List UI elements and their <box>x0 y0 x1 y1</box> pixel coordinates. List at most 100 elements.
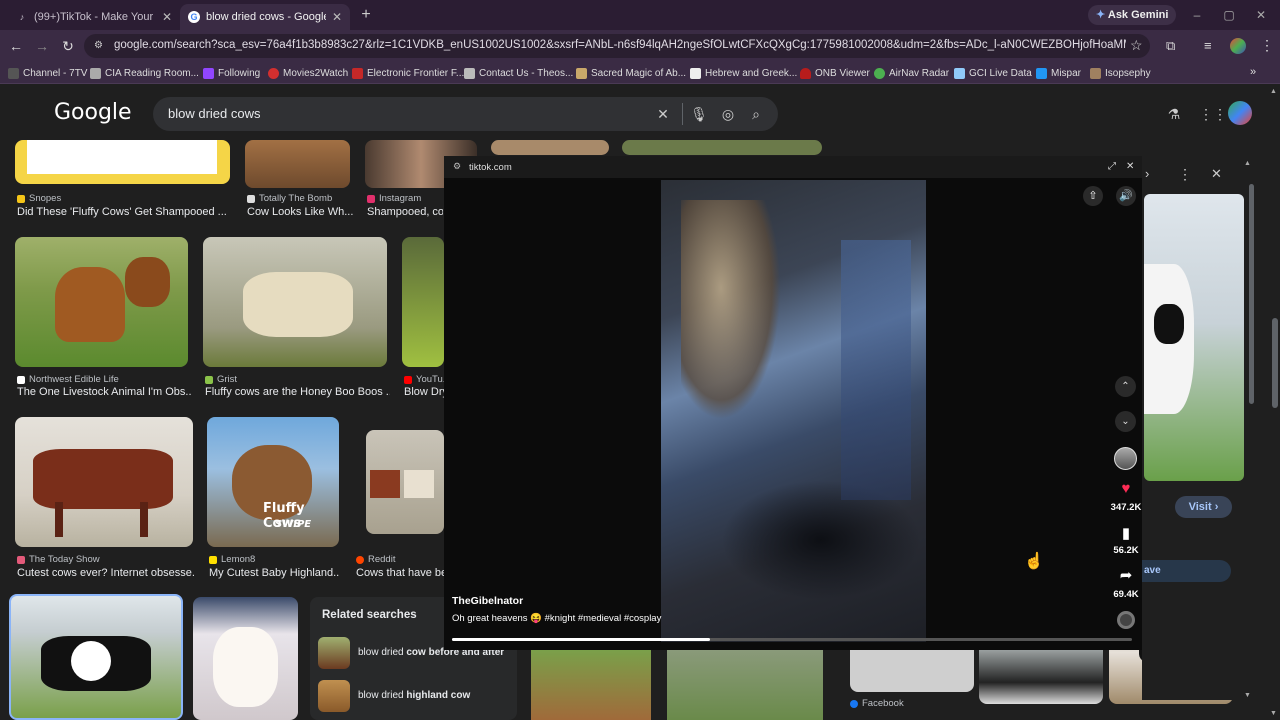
image-thumbnail[interactable] <box>850 650 974 692</box>
labs-icon[interactable]: ⚗ <box>1165 105 1183 123</box>
image-thumbnail[interactable] <box>193 597 298 720</box>
tab-tiktok[interactable]: ♪ (99+)TikTok - Make Your Day ✕ <box>8 4 180 30</box>
tab-title: blow dried cows - Google Search <box>206 11 326 23</box>
site-settings-icon[interactable]: ⚙ <box>453 161 461 172</box>
image-thumbnail[interactable] <box>15 417 193 547</box>
result-caption[interactable]: Did These 'Fluffy Cows' Get Shampooed ..… <box>17 206 230 218</box>
back-icon[interactable]: ← <box>8 38 24 54</box>
close-overlay-icon[interactable]: ✕ <box>1126 161 1134 172</box>
result-caption[interactable]: Cutest cows ever? Internet obsesse... <box>17 567 195 579</box>
bookmark-item[interactable]: Mispar <box>1036 66 1081 80</box>
apps-grid-icon[interactable]: ⋮⋮ <box>1199 105 1227 123</box>
scrollbar-thumb[interactable] <box>1272 318 1278 408</box>
profile-avatar[interactable] <box>1230 38 1246 54</box>
bookmark-icon[interactable]: ▮ <box>1114 524 1138 546</box>
next-video-icon[interactable]: ⌄ <box>1115 411 1136 432</box>
lens-search-icon[interactable]: ◎ <box>719 105 737 123</box>
minimize-button[interactable]: – <box>1188 6 1206 24</box>
account-avatar[interactable] <box>1228 101 1252 125</box>
result-caption[interactable]: Cow Looks Like Wh... <box>247 206 355 218</box>
result-caption[interactable]: Blow Dry... <box>404 386 444 398</box>
image-thumbnail[interactable] <box>203 237 387 367</box>
preview-image[interactable] <box>1144 194 1244 481</box>
related-search-item[interactable]: blow dried highland cow <box>358 690 470 701</box>
related-thumbnail[interactable] <box>318 637 350 669</box>
share-arrow-icon[interactable]: ➦ <box>1114 566 1138 588</box>
image-thumbnail[interactable] <box>622 140 822 155</box>
image-thumbnail[interactable] <box>667 650 823 720</box>
bookmark-item[interactable]: Contact Us - Theos... <box>464 66 573 80</box>
bookmark-item[interactable]: Sacred Magic of Ab... <box>576 66 686 80</box>
bookmark-label: Contact Us - Theos... <box>479 67 574 79</box>
save-label: ave <box>1144 565 1161 576</box>
image-thumbnail[interactable] <box>245 140 350 188</box>
result-caption[interactable]: Cows that have be... <box>356 567 444 579</box>
close-panel-icon[interactable]: ✕ <box>1211 166 1222 182</box>
image-thumbnail[interactable] <box>979 650 1103 704</box>
bookmark-item[interactable]: Isopsephy <box>1090 66 1151 80</box>
reload-icon[interactable]: ↻ <box>60 38 76 54</box>
panel-scroll-down-icon[interactable]: ▼ <box>1244 692 1251 699</box>
image-thumbnail[interactable] <box>366 430 444 534</box>
image-thumbnail[interactable] <box>531 650 651 720</box>
bookmark-item[interactable]: Hebrew and Greek... <box>690 66 797 80</box>
cast-icon[interactable]: ⧉ <box>1166 38 1175 54</box>
video-author[interactable]: TheGibelnator <box>452 595 523 607</box>
result-caption[interactable]: Shampooed, cor... <box>367 206 443 218</box>
reading-list-icon[interactable]: ≡ <box>1204 38 1212 53</box>
bookmark-item[interactable]: Following <box>203 66 260 80</box>
scroll-down-icon[interactable]: ▼ <box>1270 710 1277 717</box>
bookmark-star-icon[interactable]: ☆ <box>1130 37 1143 54</box>
bookmark-item[interactable]: ONB Viewer <box>800 66 870 80</box>
image-thumbnail[interactable]: Fluffy Cows SWIPE <box>207 417 339 547</box>
save-button[interactable]: ave <box>1142 560 1231 582</box>
previous-video-icon[interactable]: ⌃ <box>1115 376 1136 397</box>
close-tab-icon[interactable]: ✕ <box>162 10 172 24</box>
related-thumbnail[interactable] <box>318 680 350 712</box>
volume-icon[interactable]: 🔊 <box>1116 186 1136 206</box>
image-thumbnail-selected[interactable] <box>9 594 183 720</box>
panel-scroll-up-icon[interactable]: ▲ <box>1244 160 1251 167</box>
close-window-button[interactable]: ✕ <box>1252 6 1270 24</box>
result-caption[interactable]: My Cutest Baby Highland... <box>209 567 339 579</box>
new-tab-button[interactable]: + <box>356 5 376 25</box>
like-count: 347.2K <box>1110 502 1142 513</box>
open-in-tab-icon[interactable]: ⤢ <box>1108 161 1116 172</box>
forward-icon[interactable]: → <box>34 38 50 54</box>
clear-search-icon[interactable]: ✕ <box>654 105 672 123</box>
music-disc-icon[interactable] <box>1117 611 1135 629</box>
google-logo[interactable]: Google <box>54 100 132 125</box>
site-info-icon[interactable]: ⚙ <box>94 40 106 52</box>
author-avatar[interactable] <box>1114 447 1137 470</box>
bookmark-item[interactable]: GCI Live Data <box>954 66 1032 80</box>
bookmark-label: Sacred Magic of Ab... <box>591 67 687 79</box>
like-heart-icon[interactable]: ♥ <box>1114 480 1138 502</box>
maximize-button[interactable]: ▢ <box>1220 6 1238 24</box>
scroll-up-icon[interactable]: ▲ <box>1270 88 1277 95</box>
menu-icon[interactable]: ⋮ <box>1260 37 1274 54</box>
more-bookmarks-icon[interactable]: » <box>1250 66 1256 78</box>
close-tab-icon[interactable]: ✕ <box>332 10 342 24</box>
bookmark-item[interactable]: Electronic Frontier F... <box>352 66 464 80</box>
voice-search-icon[interactable]: 🎙 <box>690 105 708 123</box>
panel-scrollbar-thumb[interactable] <box>1249 184 1254 404</box>
more-options-icon[interactable]: ⋮ <box>1178 166 1192 183</box>
next-arrow-icon[interactable]: › <box>1145 166 1149 181</box>
image-thumbnail[interactable] <box>402 237 444 367</box>
result-caption[interactable]: The One Livestock Animal I'm Obs... <box>17 386 192 398</box>
result-caption[interactable]: Fluffy cows are the Honey Boo Boos ... <box>205 386 390 398</box>
bookmark-item[interactable]: Movies2Watch <box>268 66 348 80</box>
search-icon[interactable]: ⌕ <box>747 105 765 123</box>
bookmark-item[interactable]: CIA Reading Room... <box>90 66 199 80</box>
video-frame[interactable] <box>661 180 926 642</box>
share-up-icon[interactable]: ⇧ <box>1083 186 1103 206</box>
visit-button[interactable]: Visit › <box>1175 496 1232 518</box>
image-thumbnail[interactable] <box>15 237 188 367</box>
tab-google-search[interactable]: G blow dried cows - Google Search ✕ <box>180 4 350 30</box>
google-icon: G <box>188 11 200 23</box>
bookmark-item[interactable]: Channel - 7TV <box>8 66 87 80</box>
image-thumbnail[interactable] <box>15 140 230 184</box>
ask-gemini-button[interactable]: ✦ Ask Gemini <box>1088 5 1177 25</box>
image-thumbnail[interactable] <box>491 140 609 155</box>
bookmark-item[interactable]: AirNav Radar <box>874 66 949 80</box>
